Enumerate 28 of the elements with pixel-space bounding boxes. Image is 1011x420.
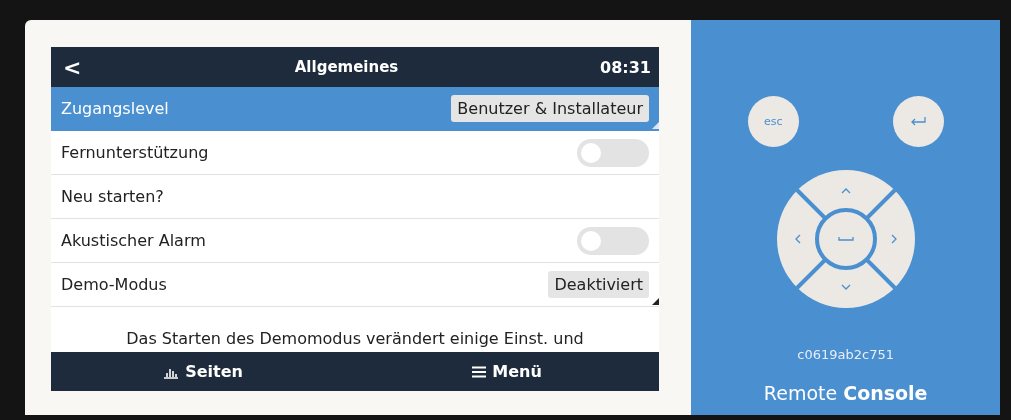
menu-icon <box>472 365 487 378</box>
setting-label: Fernunterstützung <box>61 143 210 162</box>
settings-row[interactable]: Fernunterstützung <box>51 131 659 175</box>
corner-icon <box>652 122 659 129</box>
settings-row[interactable]: Zugangslevel Benutzer & Installateur <box>51 87 659 131</box>
toggle-switch[interactable] <box>577 138 649 167</box>
settings-row[interactable]: Akustischer Alarm <box>51 219 659 263</box>
clock-time: 08:31 <box>600 57 651 77</box>
menu-button[interactable]: Menü <box>355 352 659 391</box>
setting-label: Zugangslevel <box>61 99 170 118</box>
device-id: c0619ab2c751 <box>797 347 894 362</box>
toggle-switch[interactable] <box>577 226 649 255</box>
direction-pad[interactable] <box>775 169 916 309</box>
setting-label: Neu starten? <box>61 187 165 206</box>
setting-value[interactable]: Benutzer & Installateur <box>451 95 649 122</box>
settings-row[interactable]: Demo-Modus Deaktiviert <box>51 263 659 307</box>
settings-row[interactable]: Neu starten? <box>51 175 659 219</box>
corner-icon <box>652 298 659 305</box>
info-text: Das Starten des Demomodus verändert einige Einst. und <box>125 328 585 350</box>
setting-value[interactable]: Deaktiviert <box>548 271 649 298</box>
setting-label: Akustischer Alarm <box>61 231 207 250</box>
enter-button[interactable] <box>892 96 944 147</box>
back-button[interactable]: < <box>63 54 93 80</box>
screen-title: Allgemeines <box>293 58 400 76</box>
return-icon <box>909 115 928 128</box>
setting-label: Demo-Modus <box>61 275 168 294</box>
remote-console-title: Remote Console <box>763 382 928 404</box>
pages-button[interactable]: Seiten <box>51 352 355 391</box>
